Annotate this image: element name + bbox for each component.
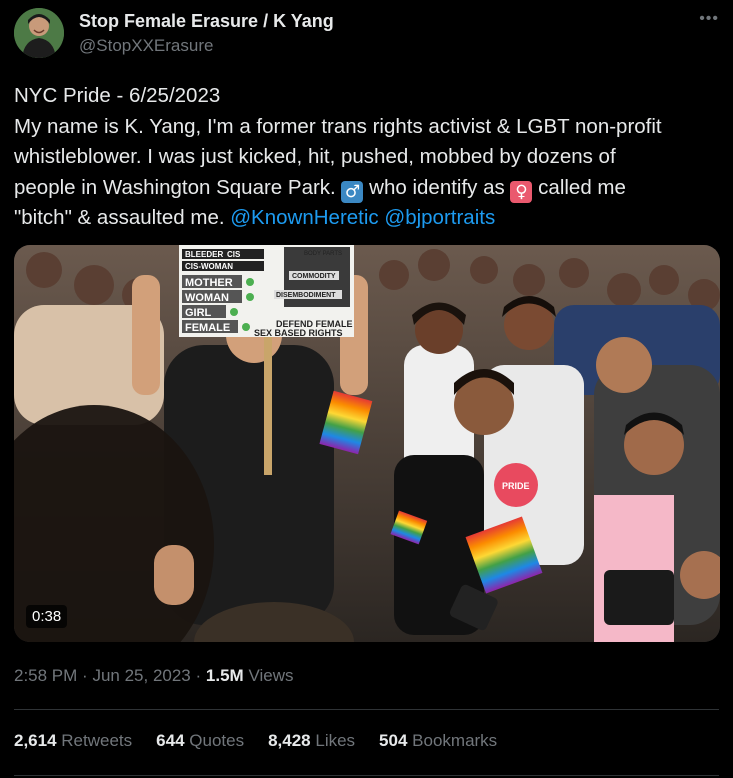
sign-text: GIRL: [185, 307, 212, 319]
engagement-stats: 2,614 Retweets 644 Quotes 8,428 Likes 50…: [14, 731, 497, 751]
sign-text: MOTHER: [185, 277, 233, 289]
tweet: Stop Female Erasure / K Yang @StopXXEras…: [0, 0, 733, 778]
separator-dot: ·: [82, 666, 88, 685]
retweets-label: Retweets: [61, 731, 133, 750]
sign-text: SEX BASED RIGHTS: [254, 328, 343, 338]
protest-sign: BLEEDER CIS CIS-WOMAN MOTHER WOMAN GIRL …: [179, 245, 354, 338]
female-sign-icon: ♀: [510, 180, 533, 203]
bookmarks-label: Bookmarks: [412, 731, 498, 750]
likes-label: Likes: [315, 731, 356, 750]
tweet-line: My name is K. Yang, I'm a former trans r…: [14, 114, 662, 138]
mention-link[interactable]: @KnownHeretic: [230, 206, 378, 229]
views-label: Views: [248, 666, 294, 685]
sign-text: FEMALE: [185, 322, 230, 334]
tweet-line: "bitch" & assaulted me. @KnownHeretic @b…: [14, 203, 719, 234]
sign-text: CIS-WOMAN: [185, 262, 233, 271]
tweet-text-segment: "bitch" & assaulted me.: [14, 206, 225, 229]
author-name[interactable]: Stop Female Erasure / K Yang: [79, 11, 334, 32]
sign-text: BLEEDER: [185, 250, 223, 259]
divider: [14, 775, 719, 776]
camera: [604, 570, 674, 625]
sign-text: COMMODITY: [292, 273, 336, 280]
tweet-line: NYC Pride - 6/25/2023: [14, 84, 221, 107]
likes-count: 8,428: [268, 731, 311, 750]
avatar[interactable]: [14, 8, 64, 58]
bookmarks-count: 504: [379, 731, 408, 750]
separator-dot: ·: [195, 666, 202, 685]
video-player[interactable]: BLEEDER CIS CIS-WOMAN MOTHER WOMAN GIRL …: [14, 245, 720, 642]
sign-text: DISEMBODIMENT: [276, 292, 336, 299]
tweet-line: people in Washington Square Park. ♂ who …: [14, 173, 719, 204]
views-count: 1.5M: [205, 666, 244, 685]
tweet-text-segment: who identify as: [369, 175, 505, 199]
tweet-text-segment: people in Washington Square Park.: [14, 175, 336, 199]
tweet-date[interactable]: Jun 25, 2023: [92, 666, 190, 685]
video-duration: 0:38: [26, 605, 68, 628]
bookmarks-stat[interactable]: 504 Bookmarks: [379, 731, 497, 751]
sign-text: WOMAN: [185, 292, 229, 304]
divider: [14, 709, 719, 710]
hand-sign: PRIDE: [494, 463, 538, 507]
author-handle[interactable]: @StopXXErasure: [79, 36, 213, 56]
tweet-header: Stop Female Erasure / K Yang @StopXXEras…: [14, 6, 719, 62]
sign-text: CIS: [227, 250, 241, 259]
male-sign-icon: ♂: [341, 180, 364, 203]
likes-stat[interactable]: 8,428 Likes: [268, 731, 355, 751]
tweet-line: whistleblower. I was just kicked, hit, p…: [14, 145, 616, 168]
quotes-count: 644: [156, 731, 185, 750]
sign-text: PRIDE: [502, 481, 530, 491]
video-frame: BLEEDER CIS CIS-WOMAN MOTHER WOMAN GIRL …: [14, 245, 720, 642]
retweets-count: 2,614: [14, 731, 57, 750]
more-options-icon[interactable]: •••: [699, 10, 719, 28]
tweet-metadata: 2:58 PM · Jun 25, 2023 · 1.5M Views: [14, 666, 293, 686]
tweet-text-segment: called me: [538, 175, 626, 199]
tweet-text: NYC Pride - 6/25/2023 My name is K. Yang…: [14, 81, 719, 234]
tweet-time[interactable]: 2:58 PM: [14, 666, 77, 685]
sign-text: BODY PARTS: [304, 251, 342, 257]
quotes-stat[interactable]: 644 Quotes: [156, 731, 244, 751]
quotes-label: Quotes: [189, 731, 245, 750]
mention-link[interactable]: @bjportraits: [384, 206, 495, 229]
retweets-stat[interactable]: 2,614 Retweets: [14, 731, 132, 751]
